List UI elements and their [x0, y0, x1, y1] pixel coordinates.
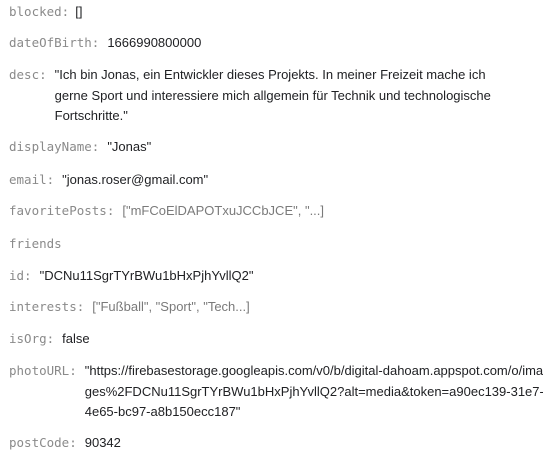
field-value-id: "DCNu11SgrTYrBWu1bHxPjhYvllQ2" [39, 268, 254, 283]
field-key-id: id: [9, 268, 32, 283]
document-fields-panel: blocked: [] dateOfBirth: 1666990800000 d… [0, 0, 543, 453]
field-value-desc: "Ich bin Jonas, ein Entwickler dieses Pr… [54, 67, 491, 123]
field-value-email: "jonas.roser@gmail.com" [62, 172, 209, 187]
field-desc[interactable]: desc: "Ich bin Jonas, ein Entwickler die… [9, 65, 543, 127]
field-key-isorg: isOrg: [9, 331, 55, 346]
field-value-postcode: 90342 [84, 435, 121, 450]
field-key-postcode: postCode: [9, 435, 77, 450]
field-key-desc: desc: [9, 67, 47, 82]
field-value-favoriteposts[interactable]: ["mFCoElDAPOTxuJCCbJCE", "...] [122, 201, 543, 222]
field-favoriteposts[interactable]: favoritePosts: ["mFCoElDAPOTxuJCCbJCE", … [9, 201, 543, 222]
field-postcode[interactable]: postCode: 90342 [9, 433, 543, 454]
field-id[interactable]: id: "DCNu11SgrTYrBWu1bHxPjhYvllQ2" [9, 266, 543, 287]
field-key-dateofbirth: dateOfBirth: [9, 35, 100, 50]
field-value-interests[interactable]: ["Fußball", "Sport", "Tech...] [92, 297, 543, 318]
field-displayname[interactable]: displayName: "Jonas" [9, 137, 543, 158]
field-blocked[interactable]: blocked: [] [9, 2, 543, 23]
field-isorg[interactable]: isOrg: false [9, 329, 543, 350]
field-interests[interactable]: interests: ["Fußball", "Sport", "Tech...… [9, 297, 543, 318]
field-key-photourl: photoURL: [9, 363, 77, 378]
field-email[interactable]: email: "jonas.roser@gmail.com" [9, 170, 543, 191]
field-key-displayname: displayName: [9, 139, 100, 154]
field-dateofbirth[interactable]: dateOfBirth: 1666990800000 [9, 33, 543, 54]
field-key-favoriteposts: favoritePosts: [9, 203, 115, 218]
field-key-interests: interests: [9, 299, 85, 314]
field-key-email: email: [9, 172, 55, 187]
field-value-dateofbirth: 1666990800000 [107, 35, 202, 50]
field-value-isorg: false [62, 331, 90, 346]
field-key-friends: friends [9, 236, 62, 251]
field-value-displayname: "Jonas" [107, 139, 152, 154]
field-value-photourl: "https://firebasestorage.googleapis.com/… [84, 363, 543, 419]
field-photourl[interactable]: photoURL: "https://firebasestorage.googl… [9, 361, 543, 423]
field-key-blocked: blocked: [9, 4, 70, 19]
field-value-blocked: [] [75, 4, 83, 19]
field-friends[interactable]: friends [9, 234, 543, 254]
